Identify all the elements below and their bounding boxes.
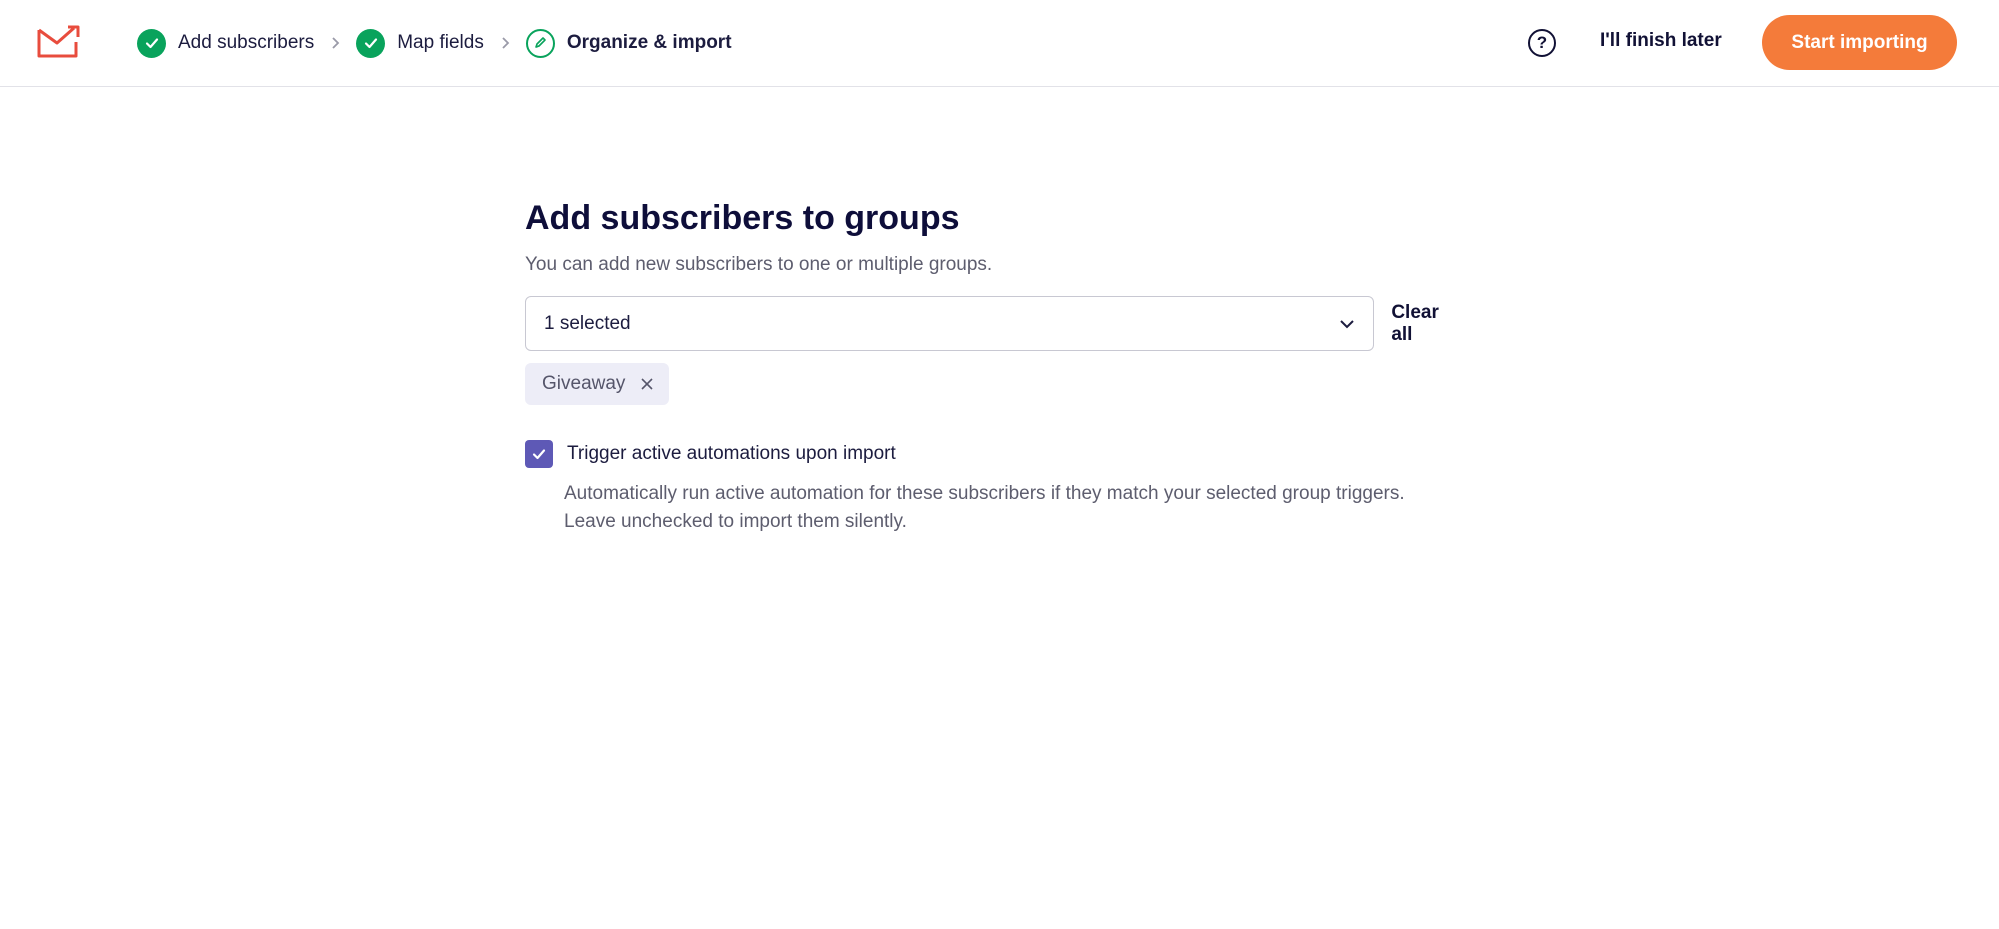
step-organize-import[interactable]: Organize & import bbox=[525, 28, 732, 58]
help-line: Leave unchecked to import them silently. bbox=[564, 511, 907, 532]
step-label: Add subscribers bbox=[178, 32, 315, 53]
check-icon bbox=[137, 28, 166, 58]
trigger-automations-checkbox[interactable] bbox=[525, 440, 553, 468]
mail-send-icon[interactable] bbox=[36, 24, 82, 60]
step-label: Map fields bbox=[397, 32, 484, 53]
chevron-right-icon bbox=[330, 36, 340, 50]
step-label: Organize & import bbox=[566, 32, 732, 53]
group-tag-label: Giveaway bbox=[542, 373, 626, 394]
trigger-automations-row: Trigger active automations upon import bbox=[525, 440, 1465, 468]
group-select-value: 1 selected bbox=[544, 312, 631, 334]
step-map-fields[interactable]: Map fields bbox=[356, 28, 484, 58]
top-header: Add subscribers Map fields Organize & im… bbox=[0, 0, 1999, 87]
chevron-down-icon bbox=[1339, 313, 1355, 335]
check-icon bbox=[532, 449, 546, 460]
clear-all-button[interactable]: Clear all bbox=[1391, 302, 1465, 346]
trigger-automations-label[interactable]: Trigger active automations upon import bbox=[567, 443, 896, 465]
groups-section: Add subscribers to groups You can add ne… bbox=[525, 196, 1465, 536]
question-circle-icon[interactable]: ? bbox=[1528, 29, 1556, 57]
page-title: Add subscribers to groups bbox=[525, 199, 960, 237]
selected-groups: Giveaway bbox=[525, 363, 1465, 405]
start-importing-button[interactable]: Start importing bbox=[1762, 15, 1957, 70]
check-icon bbox=[356, 28, 386, 58]
trigger-automations-help: Automatically run active automation for … bbox=[564, 480, 1465, 536]
group-select-row: 1 selected Clear all bbox=[525, 296, 1465, 351]
group-tag: Giveaway bbox=[525, 363, 670, 405]
import-steps-breadcrumb: Add subscribers Map fields Organize & im… bbox=[137, 28, 732, 58]
page-subtitle: You can add new subscribers to one or mu… bbox=[525, 254, 993, 275]
chevron-right-icon bbox=[500, 36, 510, 50]
pencil-icon bbox=[525, 28, 555, 58]
group-select-dropdown[interactable]: 1 selected bbox=[525, 296, 1375, 351]
finish-later-button[interactable]: I'll finish later bbox=[1600, 30, 1722, 52]
help-line: Automatically run active automation for … bbox=[564, 483, 1405, 504]
close-icon[interactable] bbox=[639, 376, 655, 392]
step-add-subscribers[interactable]: Add subscribers bbox=[137, 28, 315, 58]
